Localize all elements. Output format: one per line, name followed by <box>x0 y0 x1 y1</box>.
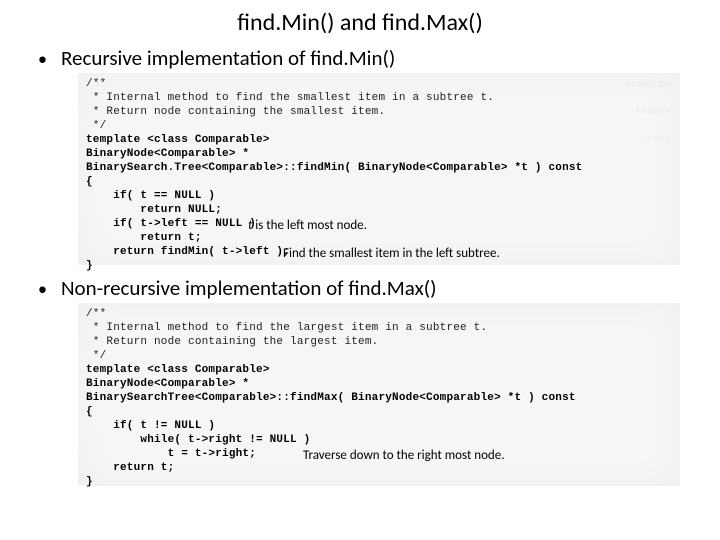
bullet-recursive: • Recursive implementation of find.Min() <box>0 45 720 71</box>
annotation-traverse-right: Traverse down to the right most node. <box>303 448 505 463</box>
bullet-dot-icon: • <box>38 280 47 298</box>
bullet-nonrecursive: • Non-recursive implementation of find.M… <box>0 275 720 301</box>
bullet-dot-icon: • <box>38 50 47 68</box>
annotation-find-smallest: Find the smallest item in the left subtr… <box>283 246 500 261</box>
code-block-findmin: as sort an yn pese a sn i /** * Internal… <box>78 73 680 265</box>
bullet-recursive-label: Recursive implementation of find.Min() <box>61 45 395 71</box>
page-title: find.Min() and find.Max() <box>0 0 720 43</box>
code-findmin: /** * Internal method to find the smalle… <box>86 77 672 273</box>
bullet-nonrecursive-label: Non-recursive implementation of find.Max… <box>61 275 437 301</box>
annotation-t-leftmost: t is the left most node. <box>248 218 367 233</box>
code-block-findmax: /** * Internal method to find the larges… <box>78 303 680 486</box>
